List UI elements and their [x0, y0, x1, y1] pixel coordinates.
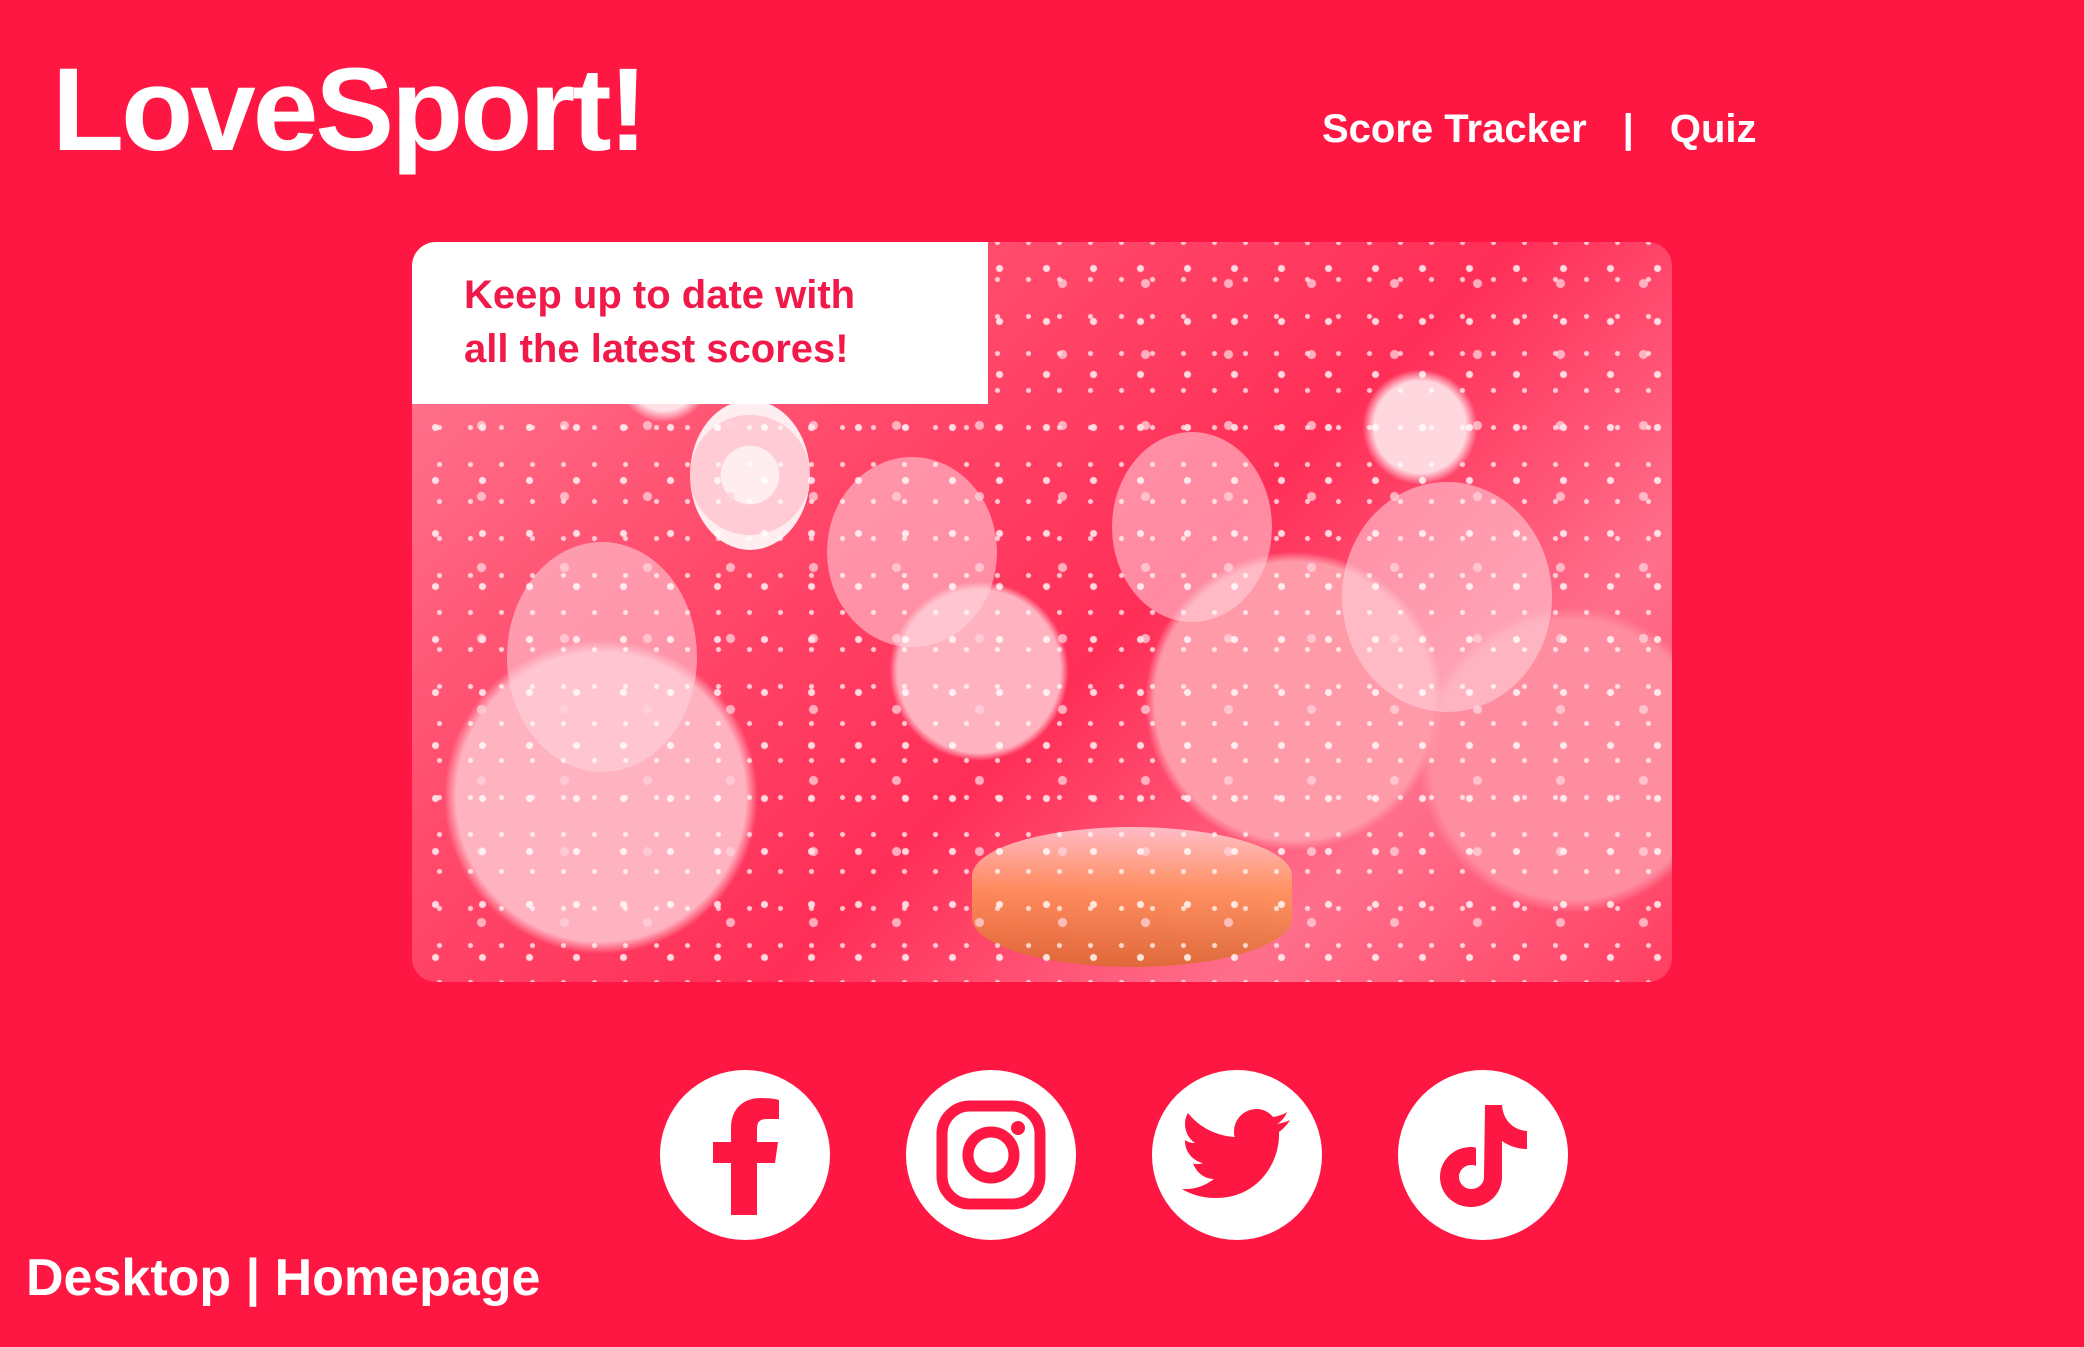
social-links: [660, 1070, 1568, 1240]
instagram-button[interactable]: [906, 1070, 1076, 1240]
hero-callout-line-2: all the latest scores!: [464, 327, 849, 371]
nav-link-quiz[interactable]: Quiz: [1670, 104, 1757, 154]
hero-callout: Keep up to date with all the latest scor…: [412, 242, 988, 404]
nav-separator: |: [1622, 107, 1634, 151]
hero-callout-line-1: Keep up to date with: [464, 273, 856, 317]
tiktok-icon: [1440, 1105, 1527, 1207]
tiktok-button[interactable]: [1398, 1070, 1568, 1240]
hero-banner: Keep up to date with all the latest scor…: [412, 242, 1672, 982]
site-logo[interactable]: LoveSport!: [52, 40, 648, 182]
instagram-icon: [936, 1100, 1046, 1210]
main-nav: Score Tracker | Quiz: [1322, 104, 1757, 154]
twitter-button[interactable]: [1152, 1070, 1322, 1240]
facebook-button[interactable]: [660, 1070, 830, 1240]
twitter-icon: [1182, 1109, 1290, 1198]
nav-link-score-tracker[interactable]: Score Tracker: [1322, 104, 1587, 154]
facebook-icon: [713, 1098, 779, 1215]
page-label: Desktop | Homepage: [26, 1249, 541, 1307]
